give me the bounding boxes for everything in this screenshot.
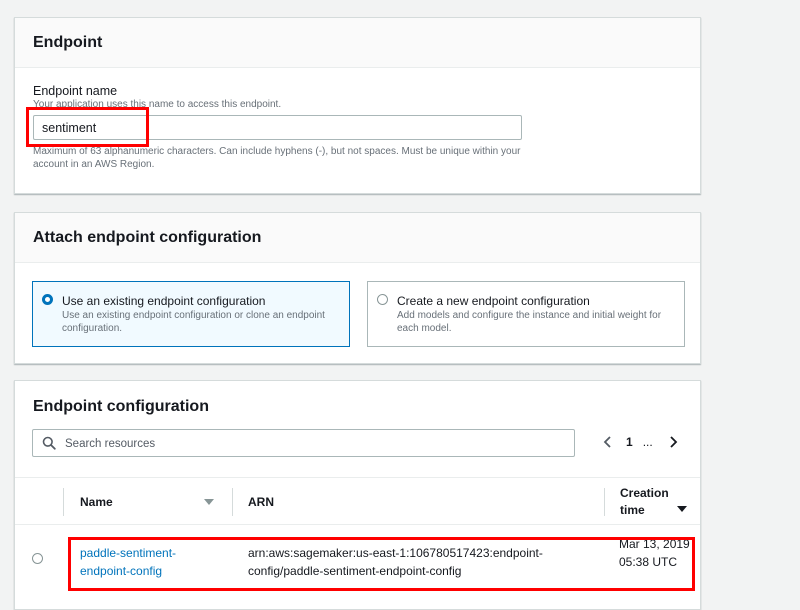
- config-creation-time: Mar 13, 2019 05:38 UTC: [619, 537, 690, 569]
- sort-creation-time-icon[interactable]: [677, 506, 687, 512]
- attach-config-panel: Attach endpoint configuration Use an exi…: [14, 212, 701, 364]
- endpoint-name-input[interactable]: [33, 115, 522, 140]
- column-separator: [604, 488, 605, 516]
- search-input[interactable]: [63, 431, 567, 457]
- pagination: 1 ...: [598, 431, 683, 453]
- use-existing-radio[interactable]: [42, 294, 53, 305]
- table-row[interactable]: paddle-sentiment-endpoint-config arn:aws…: [15, 525, 700, 595]
- use-existing-title: Use an existing endpoint configuration: [62, 294, 266, 308]
- create-new-config-option[interactable]: Create a new endpoint configuration Add …: [367, 281, 685, 347]
- column-header-name[interactable]: Name: [80, 495, 113, 509]
- endpoint-config-panel-title: Endpoint configuration: [33, 398, 209, 415]
- attach-config-panel-header: Attach endpoint configuration: [15, 213, 700, 263]
- current-page-number[interactable]: 1: [626, 435, 633, 449]
- search-box[interactable]: [32, 429, 575, 457]
- endpoint-config-panel: Endpoint configuration 1 ... Name ARN Cr…: [14, 380, 701, 610]
- next-page-button[interactable]: [663, 432, 683, 452]
- search-icon: [42, 436, 56, 450]
- endpoint-panel-title: Endpoint: [33, 33, 103, 51]
- endpoint-panel: Endpoint Endpoint name Your application …: [14, 17, 701, 194]
- row-select-radio[interactable]: [32, 553, 43, 564]
- endpoint-name-constraint: Maximum of 63 alphanumeric characters. C…: [33, 146, 521, 170]
- use-existing-config-option[interactable]: Use an existing endpoint configuration U…: [32, 281, 350, 347]
- column-separator: [63, 488, 64, 516]
- endpoint-panel-header: Endpoint: [15, 18, 700, 68]
- previous-page-button[interactable]: [598, 432, 618, 452]
- create-new-title: Create a new endpoint configuration: [397, 294, 590, 308]
- chevron-right-icon: [670, 436, 677, 448]
- chevron-left-icon: [603, 436, 611, 448]
- sort-name-icon[interactable]: [204, 499, 214, 505]
- config-name-link[interactable]: paddle-sentiment-endpoint-config: [80, 544, 210, 580]
- column-separator: [232, 488, 233, 516]
- endpoint-name-label: Endpoint name: [33, 84, 118, 98]
- use-existing-description: Use an existing endpoint configuration o…: [62, 310, 325, 334]
- column-header-creation-time[interactable]: Creation time: [620, 485, 680, 519]
- table-header: Name ARN Creation time: [15, 477, 700, 525]
- endpoint-name-description: Your application uses this name to acces…: [33, 99, 282, 110]
- config-arn: arn:aws:sagemaker:us-east-1:106780517423…: [248, 546, 543, 578]
- column-header-arn[interactable]: ARN: [248, 495, 274, 509]
- create-new-radio[interactable]: [377, 294, 388, 305]
- endpoint-config-header: Endpoint configuration: [33, 398, 209, 416]
- page-ellipsis: ...: [642, 435, 653, 449]
- create-new-description: Add models and configure the instance an…: [397, 310, 662, 334]
- attach-config-panel-title: Attach endpoint configuration: [33, 228, 262, 246]
